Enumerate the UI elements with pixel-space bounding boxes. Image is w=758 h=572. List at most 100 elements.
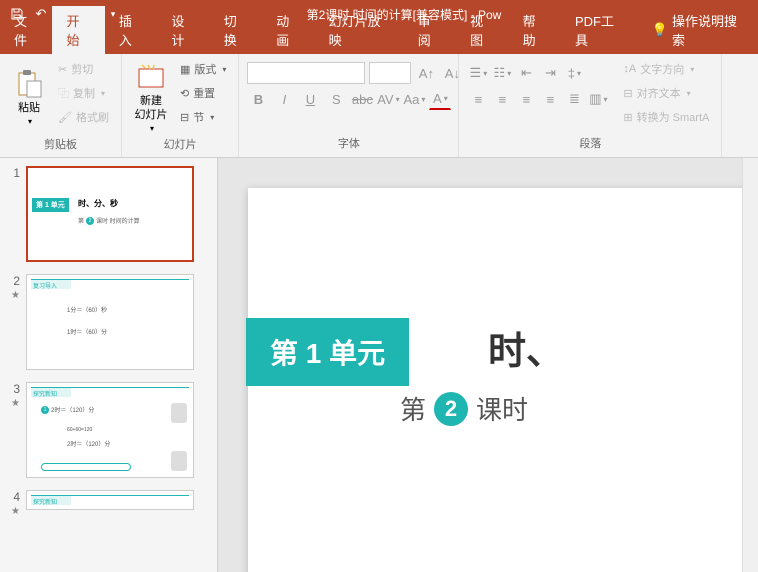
numbering-button[interactable]: ☷▾ [491,62,513,84]
ribbon: 粘贴 ▾ ✂剪切 ⿻复制▾ 🖌格式刷 剪贴板 新建 幻灯片 ▾ ▦版式▾ ⟲重置… [0,54,758,158]
thumbnail-3[interactable]: 3★ 探究新知 12时＝（120）分 60+60=120 2时＝（120）分 [6,382,211,478]
workspace: 1 第 1 单元 时、分、秒 第 2 课时 时间的计算 2★ 复习导入 1分＝（… [0,158,758,572]
change-case-button[interactable]: Aa▾ [403,88,425,110]
bold-button[interactable]: B [247,88,269,110]
thumb-lesson-circle: 2 [86,217,94,225]
font-family-combo[interactable] [247,62,365,84]
italic-button[interactable]: I [273,88,295,110]
increase-indent-button[interactable]: ⇥ [539,62,561,84]
thumb-slide[interactable]: 复习导入 1分＝（60）秒 1时＝（60）分 [26,274,194,370]
tab-home[interactable]: 开始 [52,6,104,54]
align-text-button[interactable]: ⊟对齐文本▾ [619,82,713,104]
tab-help[interactable]: 帮助 [509,6,561,54]
thumb-subtitle: 第 2 课时 时间的计算 [78,216,140,225]
group-clipboard: 粘贴 ▾ ✂剪切 ⿻复制▾ 🖌格式刷 剪贴板 [0,54,122,157]
slide-thumbnails-panel[interactable]: 1 第 1 单元 时、分、秒 第 2 课时 时间的计算 2★ 复习导入 1分＝（… [0,158,218,572]
thumbnail-4[interactable]: 4 ★ 探究新知 [6,490,211,517]
new-slide-icon [135,61,167,93]
convert-smartart-button[interactable]: ⊞转换为 SmartA [619,106,713,128]
distribute-button[interactable]: ≣ [563,88,585,110]
text-direction-button[interactable]: ↕A文字方向▾ [619,58,713,80]
tab-view[interactable]: 视图 [456,6,508,54]
lesson-row[interactable]: 第 2 课时 [400,390,528,427]
align-left-button[interactable]: ≡ [467,88,489,110]
thumb-slide[interactable]: 探究新知 [26,490,194,510]
font-group-label: 字体 [247,135,450,153]
group-paragraph: ☰▾ ☷▾ ⇤ ⇥ ‡▾ ≡ ≡ ≡ ≡ ≣ ▥▾ ↕A文字方向▾ ⊟对齐文本▾ [459,54,722,157]
tab-transitions[interactable]: 切换 [210,6,262,54]
tab-pdf[interactable]: PDF工具 [561,6,638,54]
section-label: 节 [193,109,204,125]
thumb-number: 4 [6,490,20,504]
thumb-header: 探究新知 [31,495,189,505]
new-slide-button[interactable]: 新建 幻灯片 ▾ [130,58,172,136]
copy-icon: ⿻ [58,85,69,101]
format-painter-button[interactable]: 🖌格式刷 [54,106,113,128]
thumb-figure-icon [171,403,187,423]
thumb-slide[interactable]: 第 1 单元 时、分、秒 第 2 课时 时间的计算 [26,166,194,262]
cut-button[interactable]: ✂剪切 [54,58,113,80]
font-color-button[interactable]: A▾ [429,88,451,110]
paste-button[interactable]: 粘贴 ▾ [8,58,50,136]
chevron-down-icon: ▾ [101,89,105,98]
smartart-label: 转换为 SmartA [637,109,710,125]
reset-label: 重置 [193,85,215,101]
cut-icon: ✂ [58,63,67,76]
slide-canvas[interactable]: 第 1 单元 时、 第 2 课时 [248,188,742,572]
align-right-button[interactable]: ≡ [515,88,537,110]
decrease-indent-button[interactable]: ⇤ [515,62,537,84]
increase-font-icon[interactable]: A↑ [415,62,437,84]
thumb-line: 1分＝（60）秒 [67,305,107,314]
line-spacing-button[interactable]: ‡▾ [563,62,585,84]
thumbnail-2[interactable]: 2★ 复习导入 1分＝（60）秒 1时＝（60）分 [6,274,211,370]
tab-review[interactable]: 审阅 [404,6,456,54]
paste-label: 粘贴 [18,102,40,115]
thumb-slide[interactable]: 探究新知 12时＝（120）分 60+60=120 2时＝（120）分 [26,382,194,478]
thumb-sub-suffix: 课时 时间的计算 [96,216,140,225]
lesson-prefix: 第 [400,390,426,427]
strikethrough-button[interactable]: abc [351,88,373,110]
columns-button[interactable]: ▥▾ [587,88,609,110]
thumb-title: 时、分、秒 [78,198,118,209]
slide-editor[interactable]: 第 1 单元 时、 第 2 课时 [218,158,742,572]
underline-button[interactable]: U [299,88,321,110]
thumbnail-1[interactable]: 1 第 1 单元 时、分、秒 第 2 课时 时间的计算 [6,166,211,262]
tab-animations[interactable]: 动画 [262,6,314,54]
bullets-button[interactable]: ☰▾ [467,62,489,84]
tab-insert[interactable]: 插入 [105,6,157,54]
copy-button[interactable]: ⿻复制▾ [54,82,113,104]
thumb-sub-prefix: 第 [78,216,84,225]
vertical-scrollbar[interactable] [742,158,758,572]
justify-button[interactable]: ≡ [539,88,561,110]
clipboard-group-label: 剪贴板 [8,136,113,154]
tab-slideshow[interactable]: 幻灯片放映 [315,6,404,54]
ribbon-tabs: 文件 开始 插入 设计 切换 动画 幻灯片放映 审阅 视图 帮助 PDF工具 💡… [0,28,758,54]
reset-button[interactable]: ⟲重置 [176,82,230,104]
thumb-number: 2 [6,274,20,288]
tab-tellme[interactable]: 💡 操作说明搜索 [638,6,758,54]
font-size-combo[interactable] [369,62,411,84]
shadow-button[interactable]: S [325,88,347,110]
tab-design[interactable]: 设计 [157,6,209,54]
chevron-down-icon: ▾ [210,113,214,122]
paragraph-group-label: 段落 [467,135,713,153]
text-direction-label: 文字方向 [640,61,684,77]
thumb-line: 60+60=120 [67,427,92,433]
tab-file[interactable]: 文件 [0,6,52,54]
align-text-icon: ⊟ [623,87,632,100]
thumb-header: 探究新知 [31,387,189,397]
char-spacing-button[interactable]: AV▾ [377,88,399,110]
chevron-down-icon: ▾ [150,124,154,133]
section-button[interactable]: ⊟节▾ [176,106,230,128]
align-center-button[interactable]: ≡ [491,88,513,110]
unit-badge[interactable]: 第 1 单元 [246,318,409,386]
layout-button[interactable]: ▦版式▾ [176,58,230,80]
slides-group-label: 幻灯片 [130,136,230,154]
thumb-line: 2时＝（120）分 [67,439,110,448]
lesson-suffix: 课时 [476,390,528,427]
animation-star-icon: ★ [11,506,20,517]
lightbulb-icon: 💡 [652,22,668,38]
thumb-line: 12时＝（120）分 [41,405,94,414]
unit-title[interactable]: 时、 [488,320,564,375]
layout-icon: ▦ [180,63,190,76]
